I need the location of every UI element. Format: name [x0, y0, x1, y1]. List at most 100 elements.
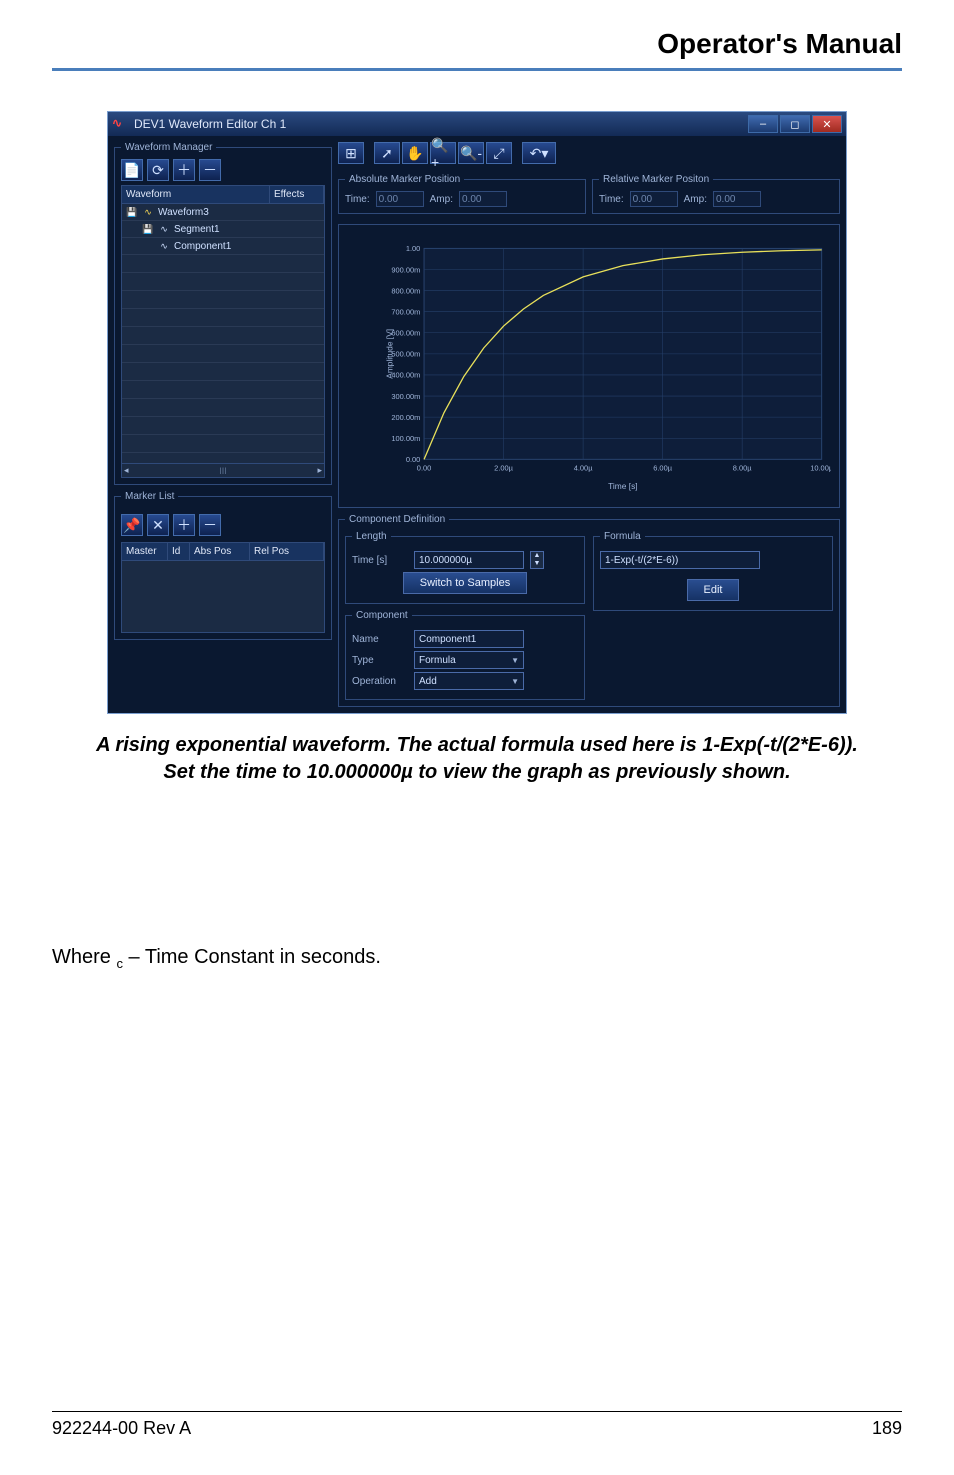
close-button[interactable]: ✕ [812, 115, 842, 133]
app-window: ∿ DEV1 Waveform Editor Ch 1 – ◻ ✕ Wavefo… [107, 111, 847, 714]
abs-time-input[interactable] [376, 191, 424, 207]
zoom-out-icon[interactable]: 🔍- [458, 142, 484, 164]
hand-icon[interactable]: ✋ [402, 142, 428, 164]
waveform-chart: 0.00 100.00m 200.00m 300.00m 400.00m 500.00m 6… [383, 233, 831, 499]
tree-row-segment[interactable]: 💾 ∿ Segment1 [122, 221, 324, 238]
figure-caption: A rising exponential waveform. The actua… [0, 726, 954, 786]
absolute-marker-panel: Absolute Marker Position Time: Amp: [338, 174, 586, 214]
waveform-table-header: Waveform Effects [121, 185, 325, 204]
segment-icon: ∿ [158, 223, 170, 235]
pointer-icon[interactable]: ➚ [374, 142, 400, 164]
marker-delete-icon[interactable]: ✕ [147, 514, 169, 536]
marker-list-legend: Marker List [121, 491, 178, 502]
comp-name-input[interactable] [414, 630, 524, 648]
svg-text:100.00m: 100.00m [391, 434, 420, 443]
formula-display: 1-Exp(-t/(2*E-6)) [600, 551, 760, 569]
svg-text:6.00µ: 6.00µ [653, 464, 673, 473]
tree-label: Segment1 [174, 224, 220, 235]
svg-text:300.00m: 300.00m [391, 392, 420, 401]
marker-list-body[interactable] [121, 561, 325, 633]
wf-refresh-icon[interactable]: ⟳ [147, 159, 169, 181]
tree-row-waveform[interactable]: 💾 ∿ Waveform3 [122, 204, 324, 221]
zoom-fit-icon[interactable]: ⤢ [486, 142, 512, 164]
titlebar: ∿ DEV1 Waveform Editor Ch 1 – ◻ ✕ [108, 112, 846, 136]
ml-col-id: Id [168, 543, 190, 560]
component-legend: Component [352, 610, 412, 621]
svg-text:4.00µ: 4.00µ [574, 464, 594, 473]
plot-area: 0.00 100.00m 200.00m 300.00m 400.00m 500.00m 6… [338, 224, 840, 508]
zoom-in-icon[interactable]: 🔍+ [430, 142, 456, 164]
ml-col-rel: Rel Pos [250, 543, 324, 560]
time-length-label: Time [s] [352, 555, 408, 566]
component-icon: ∿ [158, 240, 170, 252]
formula-legend: Formula [600, 531, 645, 542]
comp-op-label: Operation [352, 676, 408, 687]
undo-icon[interactable]: ↶▾ [522, 142, 556, 164]
svg-text:8.00µ: 8.00µ [733, 464, 753, 473]
wf-remove-icon[interactable]: － [199, 159, 221, 181]
tree-row-component[interactable]: ∿ Component1 [122, 238, 324, 255]
waveform-manager-legend: Waveform Manager [121, 142, 216, 153]
rel-amp-input[interactable] [713, 191, 761, 207]
time-length-input[interactable] [414, 551, 524, 569]
length-panel: Length Time [s] ▲▼ Switch to Samples [345, 531, 585, 604]
svg-text:500.00m: 500.00m [391, 350, 420, 359]
footer-page-number: 189 [872, 1418, 902, 1439]
time-spinner[interactable]: ▲▼ [530, 551, 544, 569]
edit-formula-button[interactable]: Edit [687, 579, 740, 601]
rel-marker-legend: Relative Marker Positon [599, 174, 713, 185]
svg-text:0.00: 0.00 [417, 464, 432, 473]
abs-marker-legend: Absolute Marker Position [345, 174, 464, 185]
wf-add-icon[interactable]: ＋ [173, 159, 195, 181]
component-definition-panel: Component Definition Length Time [s] ▲▼ … [338, 514, 840, 707]
svg-text:2.00µ: 2.00µ [494, 464, 514, 473]
minimize-button[interactable]: – [748, 115, 778, 133]
comp-op-select[interactable]: Add ▼ [414, 672, 524, 690]
scroll-right-icon[interactable]: ▸ [317, 465, 322, 476]
relative-marker-panel: Relative Marker Positon Time: Amp: [592, 174, 840, 214]
save-icon: 💾 [142, 223, 154, 235]
waveform-tree[interactable]: 💾 ∿ Waveform3 💾 ∿ Segment1 ∿ Component1 [121, 204, 325, 464]
footer-doc-id: 922244-00 Rev A [52, 1418, 191, 1439]
marker-list-header: Master Id Abs Pos Rel Pos [121, 542, 325, 561]
abs-time-label: Time: [345, 194, 370, 205]
page-footer: 922244-00 Rev A 189 [0, 1411, 954, 1439]
caption-line2: Set the time to 10.000000µ to view the g… [163, 761, 790, 783]
marker-add-icon[interactable]: ＋ [173, 514, 195, 536]
comp-op-value: Add [419, 676, 437, 687]
switch-samples-button[interactable]: Switch to Samples [403, 572, 527, 594]
comp-type-value: Formula [419, 655, 456, 666]
chevron-down-icon: ▼ [511, 677, 519, 686]
wave-icon: ∿ [142, 206, 154, 218]
abs-amp-input[interactable] [459, 191, 507, 207]
rel-time-input[interactable] [630, 191, 678, 207]
comp-type-label: Type [352, 655, 408, 666]
marker-list-panel: Marker List 📌 ✕ ＋ － Master Id Abs Pos Re… [114, 491, 332, 640]
tree-label: Component1 [174, 241, 231, 252]
abs-amp-label: Amp: [430, 194, 453, 205]
ml-col-abs: Abs Pos [190, 543, 250, 560]
svg-text:800.00m: 800.00m [391, 286, 420, 295]
grid-icon[interactable]: ⊞ [338, 142, 364, 164]
comp-type-select[interactable]: Formula ▼ [414, 651, 524, 669]
page-header-title: Operator's Manual [0, 0, 954, 68]
rel-time-label: Time: [599, 194, 624, 205]
window-title: DEV1 Waveform Editor Ch 1 [134, 117, 286, 131]
plot-toolbar: ⊞ ➚ ✋ 🔍+ 🔍- ⤢ ↶▾ [338, 142, 840, 164]
wf-new-icon[interactable]: 📄 [121, 159, 143, 181]
marker-remove-icon[interactable]: － [199, 514, 221, 536]
ml-col-master: Master [122, 543, 168, 560]
svg-text:600.00m: 600.00m [391, 329, 420, 338]
comp-def-legend: Component Definition [345, 514, 449, 525]
svg-text:700.00m: 700.00m [391, 307, 420, 316]
where-text: Where c – Time Constant in seconds. [0, 946, 954, 971]
svg-text:200.00m: 200.00m [391, 413, 420, 422]
maximize-button[interactable]: ◻ [780, 115, 810, 133]
tree-scrollbar[interactable]: ◂ III ▸ [121, 464, 325, 478]
svg-text:900.00m: 900.00m [391, 265, 420, 274]
comp-name-label: Name [352, 634, 408, 645]
formula-panel: Formula 1-Exp(-t/(2*E-6)) Edit [593, 531, 833, 611]
svg-text:400.00m: 400.00m [391, 371, 420, 380]
marker-pin-icon[interactable]: 📌 [121, 514, 143, 536]
svg-text:Amplitude [V]: Amplitude [V] [384, 329, 394, 379]
